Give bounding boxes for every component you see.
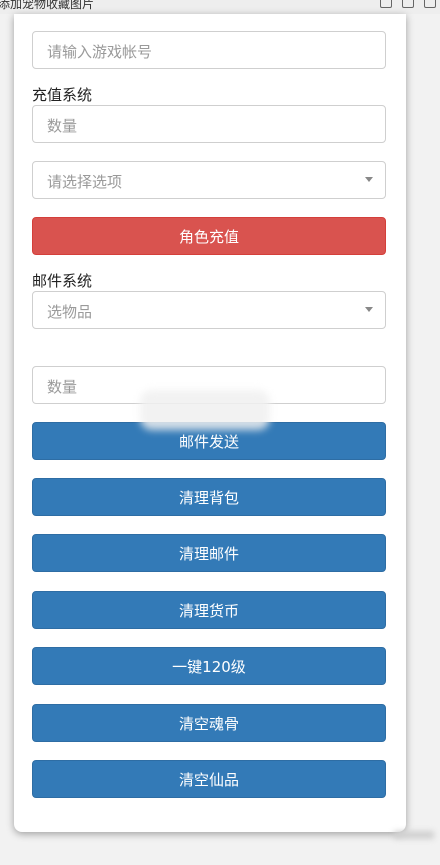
mail-item-placeholder: 选物品 [47,303,93,321]
account-input[interactable]: 请输入游戏帐号 [32,31,386,69]
minimize-icon[interactable] [380,0,392,8]
window-controls [380,0,436,8]
mail-item-select[interactable]: 选物品 [32,291,386,329]
level-120-button[interactable]: 一键120级 [32,647,386,685]
recharge-option-placeholder: 请选择选项 [47,173,123,191]
window-titlebar: 添加宠物收藏图片 [0,0,440,14]
mail-quantity-placeholder: 数量 [47,378,78,396]
chevron-down-icon [365,177,373,182]
clear-soul-bone-button[interactable]: 清空魂骨 [32,704,386,742]
window-title: 添加宠物收藏图片 [0,0,95,11]
recharge-quantity-input[interactable]: 数量 [32,105,386,143]
corner-smudge [394,831,434,839]
clear-immortal-item-button[interactable]: 清空仙品 [32,760,386,798]
close-icon[interactable] [424,0,436,8]
account-placeholder: 请输入游戏帐号 [47,43,153,61]
recharge-section-title: 充值系统 [32,86,93,104]
chevron-down-icon [365,307,373,312]
role-recharge-button[interactable]: 角色充值 [32,217,386,255]
recharge-option-select[interactable]: 请选择选项 [32,161,386,199]
maximize-icon[interactable] [402,0,414,8]
clear-currency-button[interactable]: 清理货币 [32,591,386,629]
clear-bag-button[interactable]: 清理背包 [32,478,386,516]
blurred-overlay [140,390,270,430]
mail-section-title: 邮件系统 [32,272,93,290]
clear-mail-button[interactable]: 清理邮件 [32,534,386,572]
recharge-quantity-placeholder: 数量 [47,117,78,135]
